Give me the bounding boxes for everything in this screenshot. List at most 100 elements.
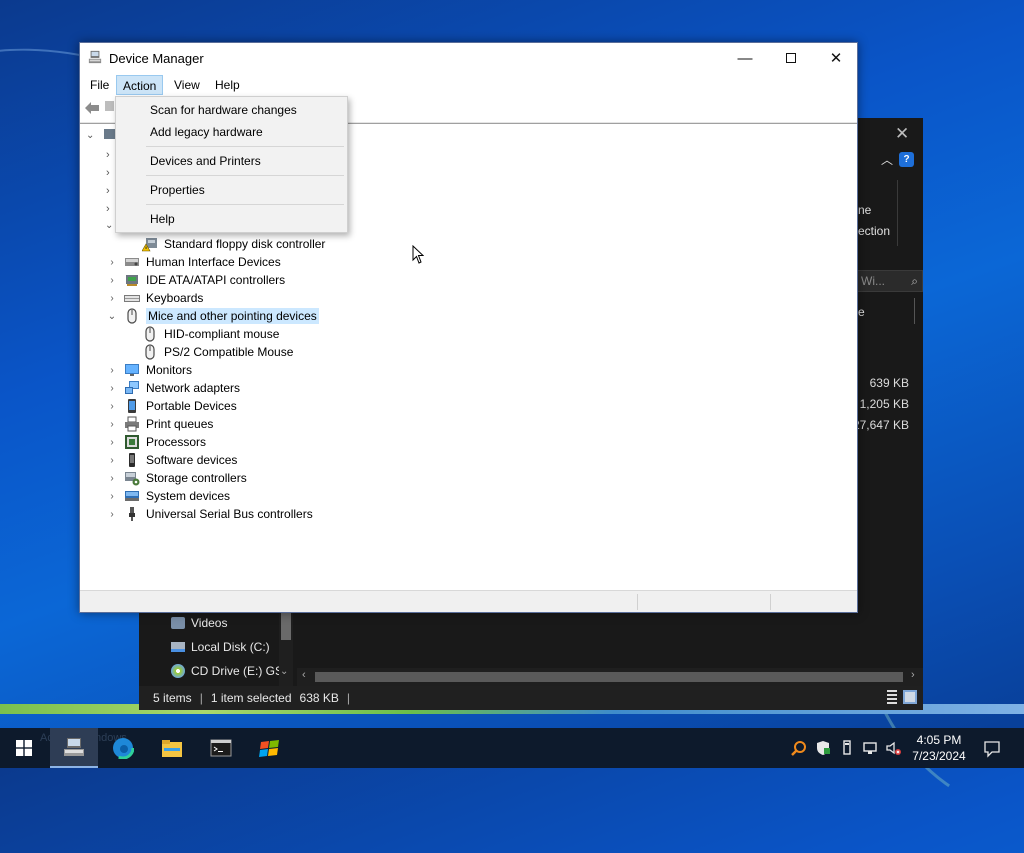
expand-chevron-icon[interactable]: › <box>106 365 118 376</box>
tree-expander[interactable]: › <box>106 167 110 179</box>
menu-item-devices-printers[interactable]: Devices and Printers <box>150 154 261 168</box>
horizontal-scroll-thumb[interactable] <box>315 672 903 682</box>
scroll-down-icon[interactable]: ⌄ <box>280 666 288 677</box>
search-icon: ⌕ <box>911 274 918 288</box>
tree-expander[interactable]: › <box>106 185 110 197</box>
tree-row-network-adapters[interactable]: › Network adapters <box>106 379 240 397</box>
device-manager-app-icon <box>64 738 84 756</box>
tree-row-mice[interactable]: ⌄ Mice and other pointing devices <box>106 307 319 325</box>
menu-help[interactable]: Help <box>209 75 246 95</box>
tree-row-usb-controllers[interactable]: › Universal Serial Bus controllers <box>106 505 313 523</box>
tree-row-label: Storage controllers <box>146 471 247 485</box>
tree-row-system-devices[interactable]: › System devices <box>106 487 230 505</box>
taskbar-edge[interactable] <box>99 728 147 768</box>
tree-expander[interactable]: › <box>106 203 110 215</box>
tree-expander[interactable]: › <box>106 149 110 161</box>
cd-drive-icon <box>171 664 185 678</box>
tree-row-keyboards[interactable]: › Keyboards <box>106 289 203 307</box>
nav-pane-scroll-thumb[interactable] <box>281 612 291 640</box>
notification-center-icon[interactable] <box>983 740 1001 758</box>
taskbar-terminal[interactable] <box>197 728 245 768</box>
expand-chevron-icon[interactable]: › <box>106 509 118 520</box>
help-icon[interactable]: ? <box>899 152 915 167</box>
menu-item-add-legacy-hardware[interactable]: Add legacy hardware <box>150 125 263 139</box>
taskbar-device-manager[interactable] <box>50 728 98 768</box>
tree-row-hid-mouse[interactable]: HID-compliant mouse <box>142 325 279 343</box>
tree-row-hid[interactable]: › Human Interface Devices <box>106 253 280 271</box>
nav-item-cd-drive[interactable]: CD Drive (E:) GSF <box>171 664 290 678</box>
search-tray-icon[interactable] <box>791 740 807 756</box>
volume-muted-icon[interactable] <box>885 740 901 756</box>
tree-row-ide-controllers[interactable]: › IDE ATA/ATAPI controllers <box>106 271 285 289</box>
ide-controller-icon <box>124 272 140 288</box>
tree-row-print-queues[interactable]: › Print queues <box>106 415 213 433</box>
expand-chevron-icon[interactable]: › <box>106 491 118 502</box>
tree-row-ps2-mouse[interactable]: PS/2 Compatible Mouse <box>142 343 293 361</box>
menu-file[interactable]: File <box>84 75 115 95</box>
edge-icon <box>112 737 134 759</box>
tree-row-label: Network adapters <box>146 381 241 395</box>
tree-row-label: Keyboards <box>146 291 204 305</box>
window-title: Device Manager <box>109 51 204 66</box>
taskbar-file-explorer[interactable] <box>148 728 196 768</box>
ribbon-collapse-icon[interactable]: ︿ <box>881 151 893 168</box>
back-arrow-icon[interactable] <box>84 101 100 115</box>
ribbon-text-fragment: ne <box>858 203 872 217</box>
menu-action[interactable]: Action <box>116 75 164 95</box>
usb-tray-icon[interactable] <box>839 740 855 756</box>
close-button[interactable]: ✕ <box>813 43 859 73</box>
forward-arrow-icon[interactable] <box>105 101 114 111</box>
defender-shield-icon[interactable] <box>815 740 831 756</box>
usb-icon <box>124 506 140 522</box>
tree-row-storage-controllers[interactable]: › Storage controllers <box>106 469 247 487</box>
menu-view[interactable]: View <box>168 75 206 95</box>
root-expander[interactable]: ⌄ <box>86 130 94 141</box>
taskbar-windows-app[interactable] <box>246 728 294 768</box>
keyboard-icon <box>124 290 140 306</box>
expand-chevron-icon[interactable]: › <box>106 437 118 448</box>
explorer-search-input[interactable]: Wi... ⌕ <box>856 270 923 292</box>
tree-row-processors[interactable]: › Processors <box>106 433 206 451</box>
maximize-button[interactable] <box>768 43 814 73</box>
tree-row-monitors[interactable]: › Monitors <box>106 361 192 379</box>
expand-chevron-icon[interactable]: › <box>106 473 118 484</box>
expand-chevron-icon[interactable]: › <box>106 419 118 430</box>
expand-chevron-icon[interactable]: › <box>106 293 118 304</box>
floppy-controller-warning-icon <box>141 236 158 252</box>
nav-item-videos[interactable]: Videos <box>171 616 227 630</box>
taskbar-clock[interactable]: 4:05 PM 7/23/2024 <box>906 732 972 764</box>
tree-row-label: Monitors <box>146 363 193 377</box>
menu-item-scan-hardware[interactable]: Scan for hardware changes <box>150 103 297 117</box>
expand-chevron-icon[interactable]: › <box>106 401 118 412</box>
details-view-icon[interactable] <box>887 690 897 704</box>
action-menu-dropdown: Scan for hardware changes Add legacy har… <box>115 96 348 233</box>
maximize-icon <box>786 53 796 63</box>
menu-item-properties[interactable]: Properties <box>150 183 205 197</box>
network-tray-icon[interactable] <box>863 740 879 756</box>
explorer-close-icon[interactable]: ✕ <box>895 124 909 144</box>
status-bar-divider <box>770 594 771 610</box>
scroll-left-icon[interactable]: ‹ <box>302 669 306 681</box>
nav-item-local-disk[interactable]: Local Disk (C:) <box>171 640 270 654</box>
start-icon <box>16 740 32 756</box>
menu-separator <box>146 204 344 205</box>
title-bar[interactable]: Device Manager — ✕ <box>80 43 857 73</box>
portable-device-icon <box>124 398 140 414</box>
minimize-button[interactable]: — <box>722 43 768 73</box>
expand-chevron-icon[interactable]: › <box>106 383 118 394</box>
expand-chevron-icon[interactable]: › <box>106 275 118 286</box>
tree-row-portable-devices[interactable]: › Portable Devices <box>106 397 237 415</box>
tree-row-label: Print queues <box>146 417 214 431</box>
large-icons-view-icon[interactable] <box>903 690 917 704</box>
expand-chevron-icon[interactable]: › <box>106 455 118 466</box>
scroll-right-icon[interactable]: › <box>911 669 915 681</box>
printer-icon <box>124 416 140 432</box>
tree-expander[interactable]: ⌄ <box>105 220 113 231</box>
expand-chevron-icon[interactable]: › <box>106 257 118 268</box>
start-button[interactable] <box>0 728 48 768</box>
close-icon: ✕ <box>829 50 843 67</box>
menu-item-help[interactable]: Help <box>150 212 175 226</box>
tree-row-floppy-controller[interactable]: Standard floppy disk controller <box>141 235 325 253</box>
collapse-chevron-icon[interactable]: ⌄ <box>106 311 118 322</box>
tree-row-software-devices[interactable]: › Software devices <box>106 451 237 469</box>
